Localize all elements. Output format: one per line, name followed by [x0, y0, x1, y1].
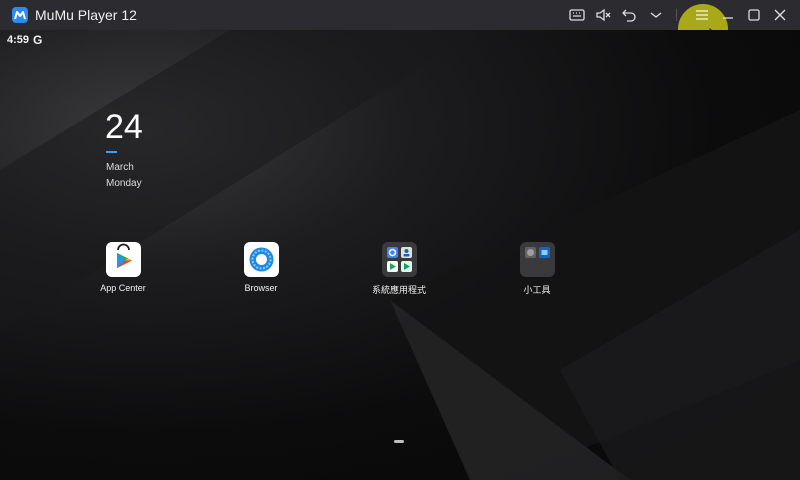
- home-indicator[interactable]: [394, 440, 404, 443]
- browser-icon: [243, 242, 279, 277]
- clock-accent-line: [106, 151, 117, 153]
- mumu-logo-icon: [12, 7, 28, 23]
- chevron-down-icon[interactable]: [645, 4, 667, 26]
- app-label: 小工具: [523, 285, 551, 295]
- mute-icon[interactable]: [592, 4, 614, 26]
- minimize-icon[interactable]: [717, 4, 739, 26]
- android-home-screen: 4:59 G 24 March Monday App Center Browse…: [0, 30, 800, 480]
- google-icon: G: [33, 33, 43, 47]
- app-center-icon: [105, 242, 141, 277]
- toolbar-divider: [676, 9, 677, 21]
- window-titlebar: MuMu Player 12: [0, 0, 800, 54]
- app-system-folder[interactable]: 系統應用程式: [354, 242, 444, 296]
- maximize-icon[interactable]: [743, 4, 765, 26]
- menu-icon[interactable]: [691, 4, 713, 26]
- app-tools-folder[interactable]: 小工具: [492, 242, 582, 296]
- app-label: Browser: [244, 283, 278, 293]
- undo-icon[interactable]: [618, 4, 640, 26]
- system-apps-folder-icon: [381, 242, 417, 277]
- app-browser[interactable]: Browser: [216, 242, 306, 293]
- clock-weekday: Monday: [106, 178, 142, 189]
- tools-folder-icon: [519, 242, 555, 277]
- clock-month: March: [106, 162, 134, 173]
- keyboard-icon[interactable]: [566, 4, 588, 26]
- app-label: App Center: [100, 283, 146, 293]
- app-label: 系統應用程式: [371, 285, 426, 295]
- close-icon[interactable]: [769, 4, 791, 26]
- clock-day: 24: [105, 108, 143, 146]
- app-app-center[interactable]: App Center: [78, 242, 168, 293]
- window-title: MuMu Player 12: [35, 7, 137, 23]
- status-time: 4:59: [7, 34, 30, 46]
